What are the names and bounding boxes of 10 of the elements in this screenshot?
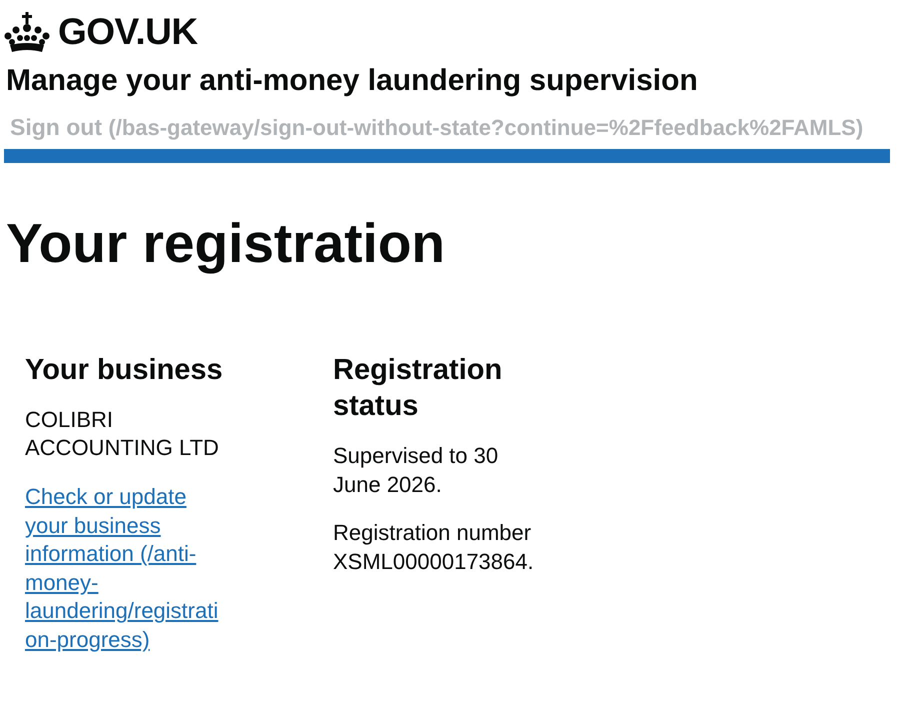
section-heading: Registration status <box>333 352 504 424</box>
page-title: Your registration <box>6 213 446 274</box>
service-name: Manage your anti-money laundering supervision <box>6 64 699 98</box>
section-text: Registration number XSML00000173864. <box>333 519 535 576</box>
crown-logo-icon <box>4 12 50 52</box>
section-text: Supervised to 30 June 2026. <box>333 442 500 499</box>
business-info-link[interactable]: Check or update your business information (/anti-money-laundering/registration-progress) <box>25 482 225 654</box>
section-text: COLIBRI ACCOUNTING LTD <box>25 406 220 462</box>
section-heading: Your business <box>25 352 224 388</box>
logo-text[interactable]: GOV.UK <box>58 11 198 53</box>
